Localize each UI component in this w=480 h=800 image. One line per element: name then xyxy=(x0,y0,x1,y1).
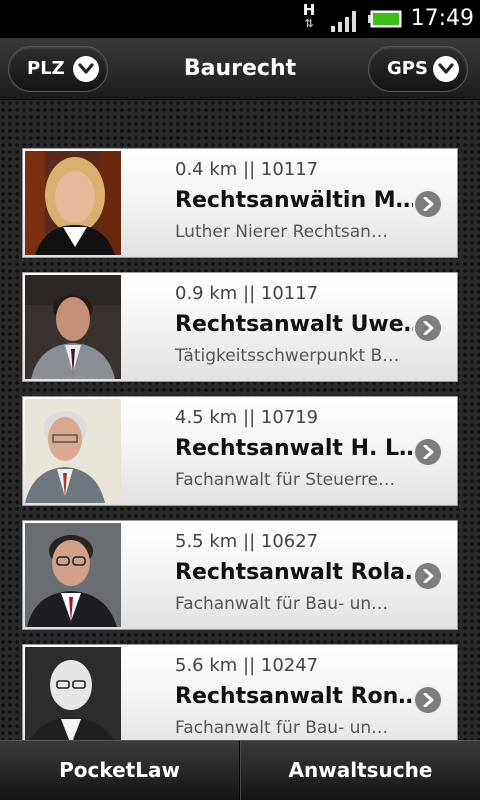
lawyer-list-item[interactable]: 4.5 km || 10719 Rechtsanwalt H. L… Facha… xyxy=(22,396,458,506)
lawyer-name: Rechtsanwalt H. L… xyxy=(175,436,413,461)
lawyer-photo xyxy=(25,523,121,627)
chevron-down-icon xyxy=(433,56,459,82)
lawyer-name: Rechtsanwältin M… xyxy=(175,188,413,213)
lawyer-name: Rechtsanwalt Rola… xyxy=(175,560,413,585)
chevron-right-icon[interactable] xyxy=(415,687,441,713)
gps-label: GPS xyxy=(387,58,428,79)
lawyer-list[interactable]: 0.4 km || 10117 Rechtsanwältin M… Luther… xyxy=(0,100,480,740)
lawyer-list-item[interactable]: 5.5 km || 10627 Rechtsanwalt Rola… Facha… xyxy=(22,520,458,630)
distance-postcode: 5.6 km || 10247 xyxy=(175,655,319,676)
lawyer-description: Tätigkeitsschwerpunkt B… xyxy=(175,346,400,366)
network-type-label: H xyxy=(302,1,316,19)
lawyer-list-item[interactable]: 0.4 km || 10117 Rechtsanwältin M… Luther… xyxy=(22,148,458,258)
data-arrows-icon: ⇅ xyxy=(304,17,314,30)
status-clock: 17:49 xyxy=(410,6,474,31)
lawyer-list-item[interactable]: 5.6 km || 10247 Rechtsanwalt Ron… Fachan… xyxy=(22,644,458,740)
network-type-icon: H ⇅ xyxy=(296,2,322,36)
gps-dropdown-button[interactable]: GPS xyxy=(368,46,468,92)
lawyer-description: Fachanwalt für Bau- un… xyxy=(175,718,389,738)
distance-postcode: 0.4 km || 10117 xyxy=(175,159,319,180)
chevron-right-icon[interactable] xyxy=(415,315,441,341)
status-bar: H ⇅ 17:49 xyxy=(0,0,480,38)
chevron-down-icon xyxy=(73,56,99,82)
lawyer-name: Rechtsanwalt Uwe… xyxy=(175,312,413,337)
plz-label: PLZ xyxy=(27,58,65,79)
chevron-right-icon[interactable] xyxy=(415,191,441,217)
lawyer-list-item[interactable]: 0.9 km || 10117 Rechtsanwalt Uwe… Tätigk… xyxy=(22,272,458,382)
distance-postcode: 5.5 km || 10627 xyxy=(175,531,319,552)
lawyer-photo xyxy=(25,647,121,740)
bottom-tab-bar: PocketLaw Anwaltsuche xyxy=(0,740,480,800)
title-bar: PLZ Baurecht GPS xyxy=(0,38,480,100)
plz-dropdown-button[interactable]: PLZ xyxy=(8,46,108,92)
lawyer-photo xyxy=(25,399,121,503)
lawyer-name: Rechtsanwalt Ron… xyxy=(175,684,413,709)
distance-postcode: 4.5 km || 10719 xyxy=(175,407,319,428)
lawyer-photo xyxy=(25,151,121,255)
signal-bars-icon xyxy=(331,11,356,32)
tab-anwaltsuche[interactable]: Anwaltsuche xyxy=(240,741,480,800)
page-title: Baurecht xyxy=(183,56,297,81)
lawyer-description: Luther Nierer Rechtsan… xyxy=(175,222,388,242)
tab-pocketlaw[interactable]: PocketLaw xyxy=(0,741,240,800)
lawyer-description: Fachanwalt für Steuerre… xyxy=(175,470,396,490)
distance-postcode: 0.9 km || 10117 xyxy=(175,283,319,304)
battery-icon xyxy=(368,10,402,28)
lawyer-description: Fachanwalt für Bau- un… xyxy=(175,594,389,614)
chevron-right-icon[interactable] xyxy=(415,439,441,465)
lawyer-photo xyxy=(25,275,121,379)
chevron-right-icon[interactable] xyxy=(415,563,441,589)
